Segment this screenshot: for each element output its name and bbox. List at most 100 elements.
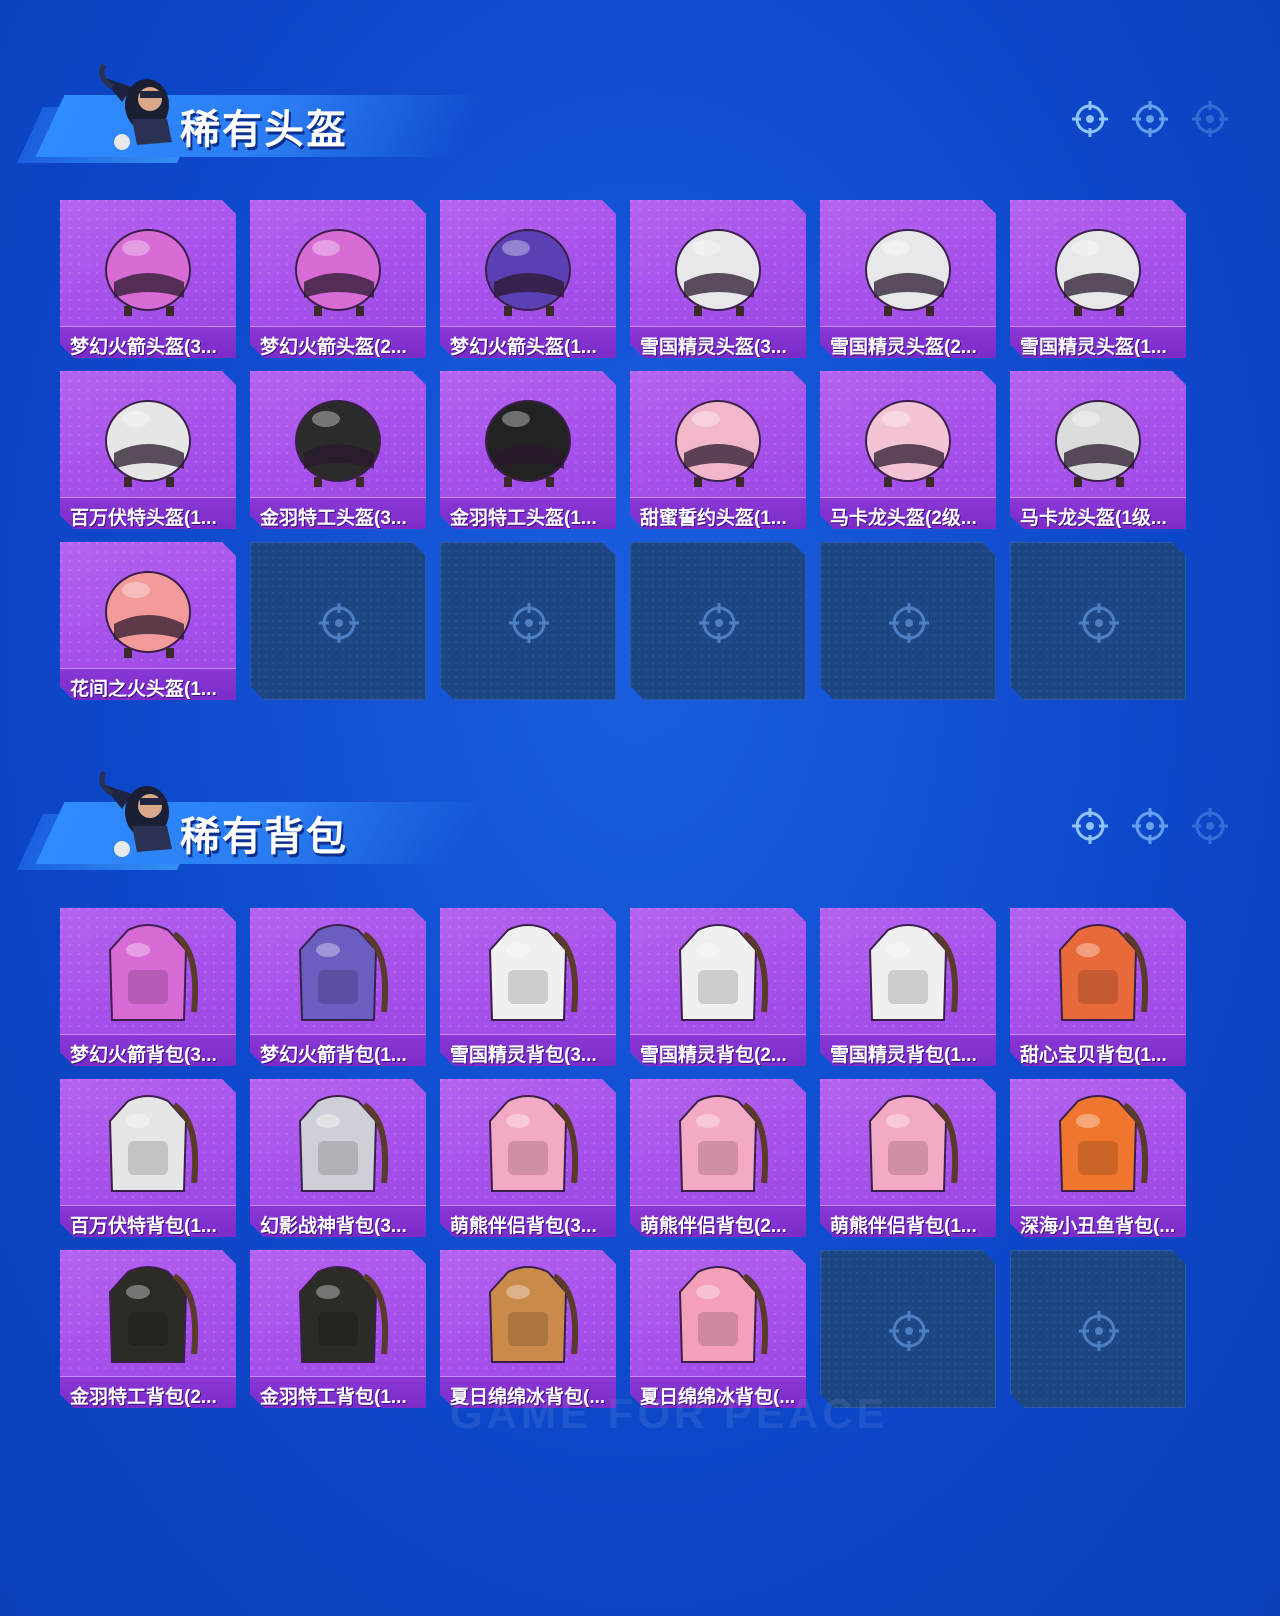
- item-label-bar: 梦幻火箭背包(1...: [250, 1034, 426, 1066]
- crosshair-icon: [1072, 808, 1108, 844]
- item-label: 金羽特工背包(2...: [70, 1387, 217, 1408]
- empty-slot[interactable]: [820, 542, 996, 700]
- item-label-bar: 梦幻火箭头盔(1...: [440, 326, 616, 358]
- macaron-helmet-lv2-icon: [848, 383, 968, 489]
- empty-slot[interactable]: [1010, 1250, 1186, 1408]
- helmet-card[interactable]: 花间之火头盔(1...: [60, 542, 236, 700]
- helmet-card[interactable]: 梦幻火箭头盔(2...: [250, 200, 426, 358]
- summer-icecream-backpack-a-icon: [468, 1262, 588, 1368]
- item-label-bar: 雪国精灵背包(3...: [440, 1034, 616, 1066]
- item-label: 百万伏特背包(1...: [70, 1216, 217, 1237]
- item-label-bar: 雪国精灵背包(1...: [820, 1034, 996, 1066]
- item-label: 花间之火头盔(1...: [70, 679, 217, 700]
- phantom-war-god-backpack-icon: [278, 1091, 398, 1197]
- empty-slot[interactable]: [1010, 542, 1186, 700]
- item-label: 萌熊伴侣背包(3...: [450, 1216, 597, 1237]
- empty-slot-icon: [317, 601, 361, 645]
- summer-icecream-backpack-b-icon: [658, 1262, 778, 1368]
- cute-bear-backpack-lv2-icon: [658, 1091, 778, 1197]
- crosshair-icon: [1192, 808, 1228, 844]
- item-label: 百万伏特头盔(1...: [70, 508, 217, 529]
- helmet-card[interactable]: 梦幻火箭头盔(1...: [440, 200, 616, 358]
- backpack-card[interactable]: 梦幻火箭背包(3...: [60, 908, 236, 1066]
- item-label: 雪国精灵头盔(2...: [830, 337, 977, 358]
- snow-spirit-helmet-lv3-icon: [658, 212, 778, 318]
- helmet-card[interactable]: 百万伏特头盔(1...: [60, 371, 236, 529]
- item-label: 雪国精灵头盔(3...: [640, 337, 787, 358]
- helmet-card[interactable]: 雪国精灵头盔(2...: [820, 200, 996, 358]
- helmet-card[interactable]: 金羽特工头盔(3...: [250, 371, 426, 529]
- backpack-card[interactable]: 幻影战神背包(3...: [250, 1079, 426, 1237]
- macaron-helmet-lv1-icon: [1038, 383, 1158, 489]
- item-label-bar: 金羽特工背包(1...: [250, 1376, 426, 1408]
- million-volt-backpack-icon: [88, 1091, 208, 1197]
- item-label: 梦幻火箭背包(3...: [70, 1045, 217, 1066]
- item-label-bar: 百万伏特背包(1...: [60, 1205, 236, 1237]
- flower-fire-helmet-icon: [88, 554, 208, 660]
- item-label-bar: 萌熊伴侣背包(2...: [630, 1205, 806, 1237]
- rocket-helmet-lv1-icon: [468, 212, 588, 318]
- item-label: 金羽特工头盔(3...: [260, 508, 407, 529]
- backpack-card[interactable]: 百万伏特背包(1...: [60, 1079, 236, 1237]
- helmet-card[interactable]: 金羽特工头盔(1...: [440, 371, 616, 529]
- crosshair-decor: [1072, 101, 1228, 137]
- item-label: 马卡龙头盔(1级...: [1020, 508, 1167, 529]
- backpack-card[interactable]: 雪国精灵背包(2...: [630, 908, 806, 1066]
- rocket-backpack-lv1-icon: [278, 920, 398, 1026]
- helmet-card[interactable]: 雪国精灵头盔(1...: [1010, 200, 1186, 358]
- item-label: 雪国精灵背包(2...: [640, 1045, 787, 1066]
- item-label-bar: 深海小丑鱼背包(...: [1010, 1205, 1186, 1237]
- empty-slot-icon: [1077, 1309, 1121, 1353]
- empty-slot[interactable]: [820, 1250, 996, 1408]
- item-label-bar: 雪国精灵头盔(2...: [820, 326, 996, 358]
- helmet-card[interactable]: 马卡龙头盔(2级...: [820, 371, 996, 529]
- item-label: 萌熊伴侣背包(2...: [640, 1216, 787, 1237]
- item-label: 雪国精灵背包(1...: [830, 1045, 977, 1066]
- empty-slot-icon: [887, 1309, 931, 1353]
- item-label: 梦幻火箭头盔(2...: [260, 337, 407, 358]
- empty-slot[interactable]: [630, 542, 806, 700]
- item-label-bar: 萌熊伴侣背包(1...: [820, 1205, 996, 1237]
- snow-spirit-backpack-lv3-icon: [468, 920, 588, 1026]
- helmet-card[interactable]: 梦幻火箭头盔(3...: [60, 200, 236, 358]
- item-label-bar: 甜蜜誓约头盔(1...: [630, 497, 806, 529]
- item-label-bar: 梦幻火箭头盔(3...: [60, 326, 236, 358]
- item-label-bar: 金羽特工背包(2...: [60, 1376, 236, 1408]
- item-label-bar: 幻影战神背包(3...: [250, 1205, 426, 1237]
- item-label-bar: 百万伏特头盔(1...: [60, 497, 236, 529]
- helmet-card[interactable]: 马卡龙头盔(1级...: [1010, 371, 1186, 529]
- backpack-card[interactable]: 萌熊伴侣背包(1...: [820, 1079, 996, 1237]
- item-label: 梦幻火箭背包(1...: [260, 1045, 407, 1066]
- rocket-backpack-lv3-icon: [88, 920, 208, 1026]
- item-label-bar: 雪国精灵头盔(1...: [1010, 326, 1186, 358]
- backpack-card[interactable]: 萌熊伴侣背包(3...: [440, 1079, 616, 1237]
- crosshair-icon: [1072, 101, 1108, 137]
- backpack-card[interactable]: 金羽特工背包(1...: [250, 1250, 426, 1408]
- golden-feather-helmet-lv1-icon: [468, 383, 588, 489]
- snow-spirit-helmet-lv2-icon: [848, 212, 968, 318]
- backpack-card[interactable]: 萌熊伴侣背包(2...: [630, 1079, 806, 1237]
- backpack-card[interactable]: 梦幻火箭背包(1...: [250, 908, 426, 1066]
- backpack-card[interactable]: 甜心宝贝背包(1...: [1010, 908, 1186, 1066]
- helmet-card[interactable]: 甜蜜誓约头盔(1...: [630, 371, 806, 529]
- empty-slot-icon: [507, 601, 551, 645]
- item-label: 深海小丑鱼背包(...: [1020, 1216, 1176, 1237]
- crosshair-icon: [1192, 101, 1228, 137]
- clownfish-backpack-icon: [1038, 1091, 1158, 1197]
- item-label-bar: 马卡龙头盔(2级...: [820, 497, 996, 529]
- empty-slot[interactable]: [250, 542, 426, 700]
- item-label-bar: 花间之火头盔(1...: [60, 668, 236, 700]
- item-label-bar: 马卡龙头盔(1级...: [1010, 497, 1186, 529]
- empty-slot[interactable]: [440, 542, 616, 700]
- snow-spirit-helmet-lv1-icon: [1038, 212, 1158, 318]
- backpack-card[interactable]: 雪国精灵背包(1...: [820, 908, 996, 1066]
- helmet-card[interactable]: 雪国精灵头盔(3...: [630, 200, 806, 358]
- item-label: 甜蜜誓约头盔(1...: [640, 508, 787, 529]
- backpack-card[interactable]: 夏日绵绵冰背包(...: [630, 1250, 806, 1408]
- backpack-card[interactable]: 深海小丑鱼背包(...: [1010, 1079, 1186, 1237]
- watermark: GAME FOR PEACE: [450, 1390, 889, 1437]
- backpack-card[interactable]: 雪国精灵背包(3...: [440, 908, 616, 1066]
- backpack-card[interactable]: 夏日绵绵冰背包(...: [440, 1250, 616, 1408]
- section-title: 稀有头盔: [180, 108, 348, 152]
- backpack-card[interactable]: 金羽特工背包(2...: [60, 1250, 236, 1408]
